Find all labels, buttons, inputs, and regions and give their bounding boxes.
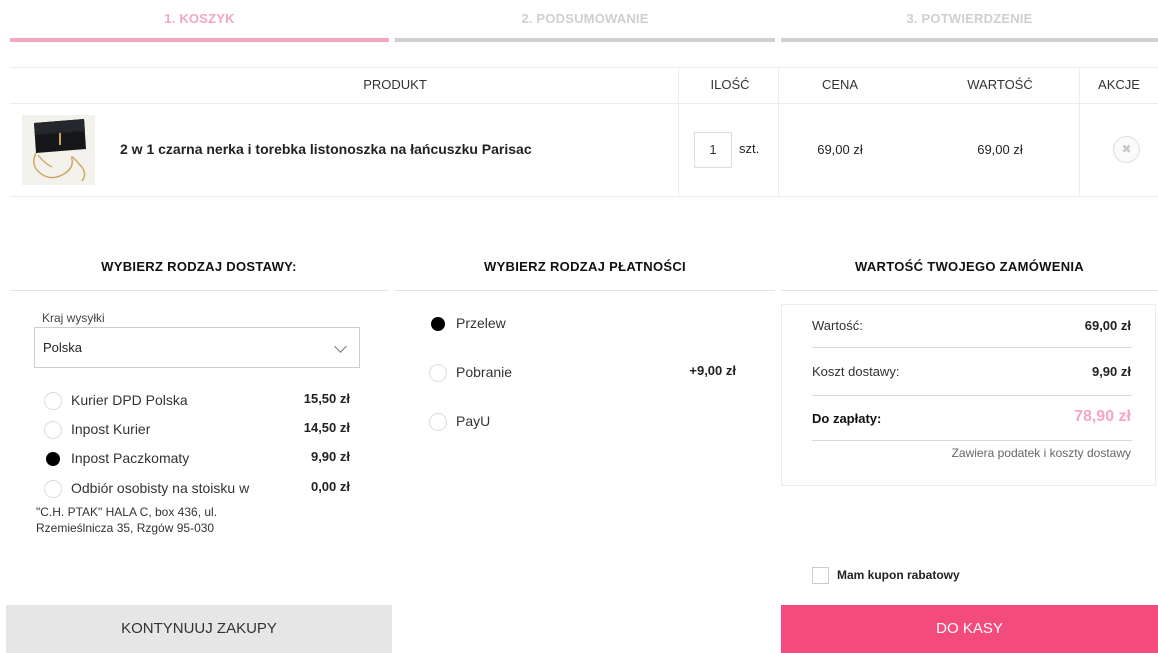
payment-label-payu: PayU — [456, 413, 491, 429]
summary-total-label: Do zapłaty: — [812, 411, 882, 426]
step-confirmation[interactable]: 3. POTWIERDZENIE — [781, 0, 1158, 42]
step-summary-bar — [395, 38, 775, 42]
bag-icon — [22, 115, 95, 185]
payment-radio-przelew[interactable] — [429, 315, 447, 333]
payment-radio-pobranie[interactable] — [429, 364, 447, 382]
delivery-price-dpd: 15,50 zł — [303, 391, 350, 406]
header-value: WARTOŚĆ — [967, 77, 1033, 92]
payment-label-pobranie: Pobranie — [456, 364, 513, 380]
delivery-radio-inpost-kurier[interactable] — [44, 421, 62, 439]
payment-heading: WYBIERZ RODZAJ PŁATNOŚCI — [395, 252, 775, 291]
coupon-checkbox[interactable] — [812, 567, 829, 584]
quantity-unit: szt. — [739, 141, 760, 156]
quantity-input[interactable]: 1 — [694, 132, 732, 168]
delivery-price-pickup: 0,00 zł — [310, 479, 350, 494]
table-divider — [10, 196, 1158, 197]
table-divider — [10, 103, 1158, 104]
summary-heading: WARTOŚĆ TWOJEGO ZAMÓWENIA — [781, 252, 1158, 291]
remove-item-button[interactable]: ✖ — [1113, 136, 1140, 163]
country-select[interactable]: Polska — [34, 327, 360, 368]
continue-shopping-button[interactable]: KONTYNUUJ ZAKUPY — [6, 605, 392, 653]
step-summary[interactable]: 2. PODSUMOWANIE — [395, 0, 775, 42]
summary-value-label: Wartość: — [812, 318, 863, 333]
product-name[interactable]: 2 w 1 czarna nerka i torebka listonoszka… — [120, 141, 532, 157]
delivery-price-inpost-kurier: 14,50 zł — [303, 420, 350, 435]
summary-value: 69,00 zł — [1084, 318, 1131, 333]
pickup-address: "C.H. PTAK" HALA C, box 436, ul. Rzemieś… — [36, 505, 218, 535]
summary-shipping: 9,90 zł — [1091, 364, 1131, 379]
header-product: PRODUKT — [363, 77, 427, 92]
summary-tax-note: Zawiera podatek i koszty dostawy — [951, 446, 1131, 460]
close-icon: ✖ — [1121, 142, 1132, 156]
chevron-down-icon — [334, 340, 347, 353]
coupon-label[interactable]: Mam kupon rabatowy — [837, 568, 960, 582]
checkout-button[interactable]: DO KASY — [781, 605, 1158, 653]
payment-label-przelew: Przelew — [456, 315, 506, 331]
delivery-heading: WYBIERZ RODZAJ DOSTAWY: — [10, 252, 388, 291]
delivery-label-pickup: Odbiór osobisty na stoisku w — [71, 480, 250, 496]
payment-radio-payu[interactable] — [429, 413, 447, 431]
delivery-radio-paczkomaty[interactable] — [44, 450, 62, 468]
product-price: 69,00 zł — [817, 142, 863, 157]
step-confirmation-label: 3. POTWIERDZENIE — [906, 11, 1033, 26]
summary-divider — [812, 347, 1132, 348]
summary-divider — [812, 395, 1132, 396]
payment-price-pobranie: +9,00 zł — [689, 363, 736, 378]
delivery-radio-dpd[interactable] — [44, 392, 62, 410]
delivery-label-paczkomaty: Inpost Paczkomaty — [71, 450, 190, 466]
delivery-label-dpd: Kurier DPD Polska — [71, 392, 188, 408]
step-cart[interactable]: 1. KOSZYK — [10, 0, 389, 42]
summary-divider — [812, 440, 1132, 441]
header-price: CENA — [821, 77, 859, 92]
step-cart-bar — [10, 38, 389, 42]
delivery-label-inpost-kurier: Inpost Kurier — [71, 421, 151, 437]
country-select-value: Polska — [43, 340, 83, 355]
header-qty: ILOŚĆ — [710, 77, 750, 92]
summary-shipping-label: Koszt dostawy: — [812, 364, 900, 379]
step-confirmation-bar — [781, 38, 1158, 42]
step-cart-label: 1. KOSZYK — [164, 11, 235, 26]
country-label: Kraj wysyłki — [42, 311, 105, 325]
product-thumbnail[interactable] — [22, 115, 95, 185]
delivery-price-paczkomaty: 9,90 zł — [310, 449, 350, 464]
delivery-radio-pickup[interactable] — [44, 480, 62, 498]
summary-total: 78,90 zł — [1074, 408, 1131, 425]
header-actions: AKCJE — [1098, 77, 1140, 92]
step-summary-label: 2. PODSUMOWANIE — [521, 11, 649, 26]
product-value: 69,00 zł — [977, 142, 1023, 157]
